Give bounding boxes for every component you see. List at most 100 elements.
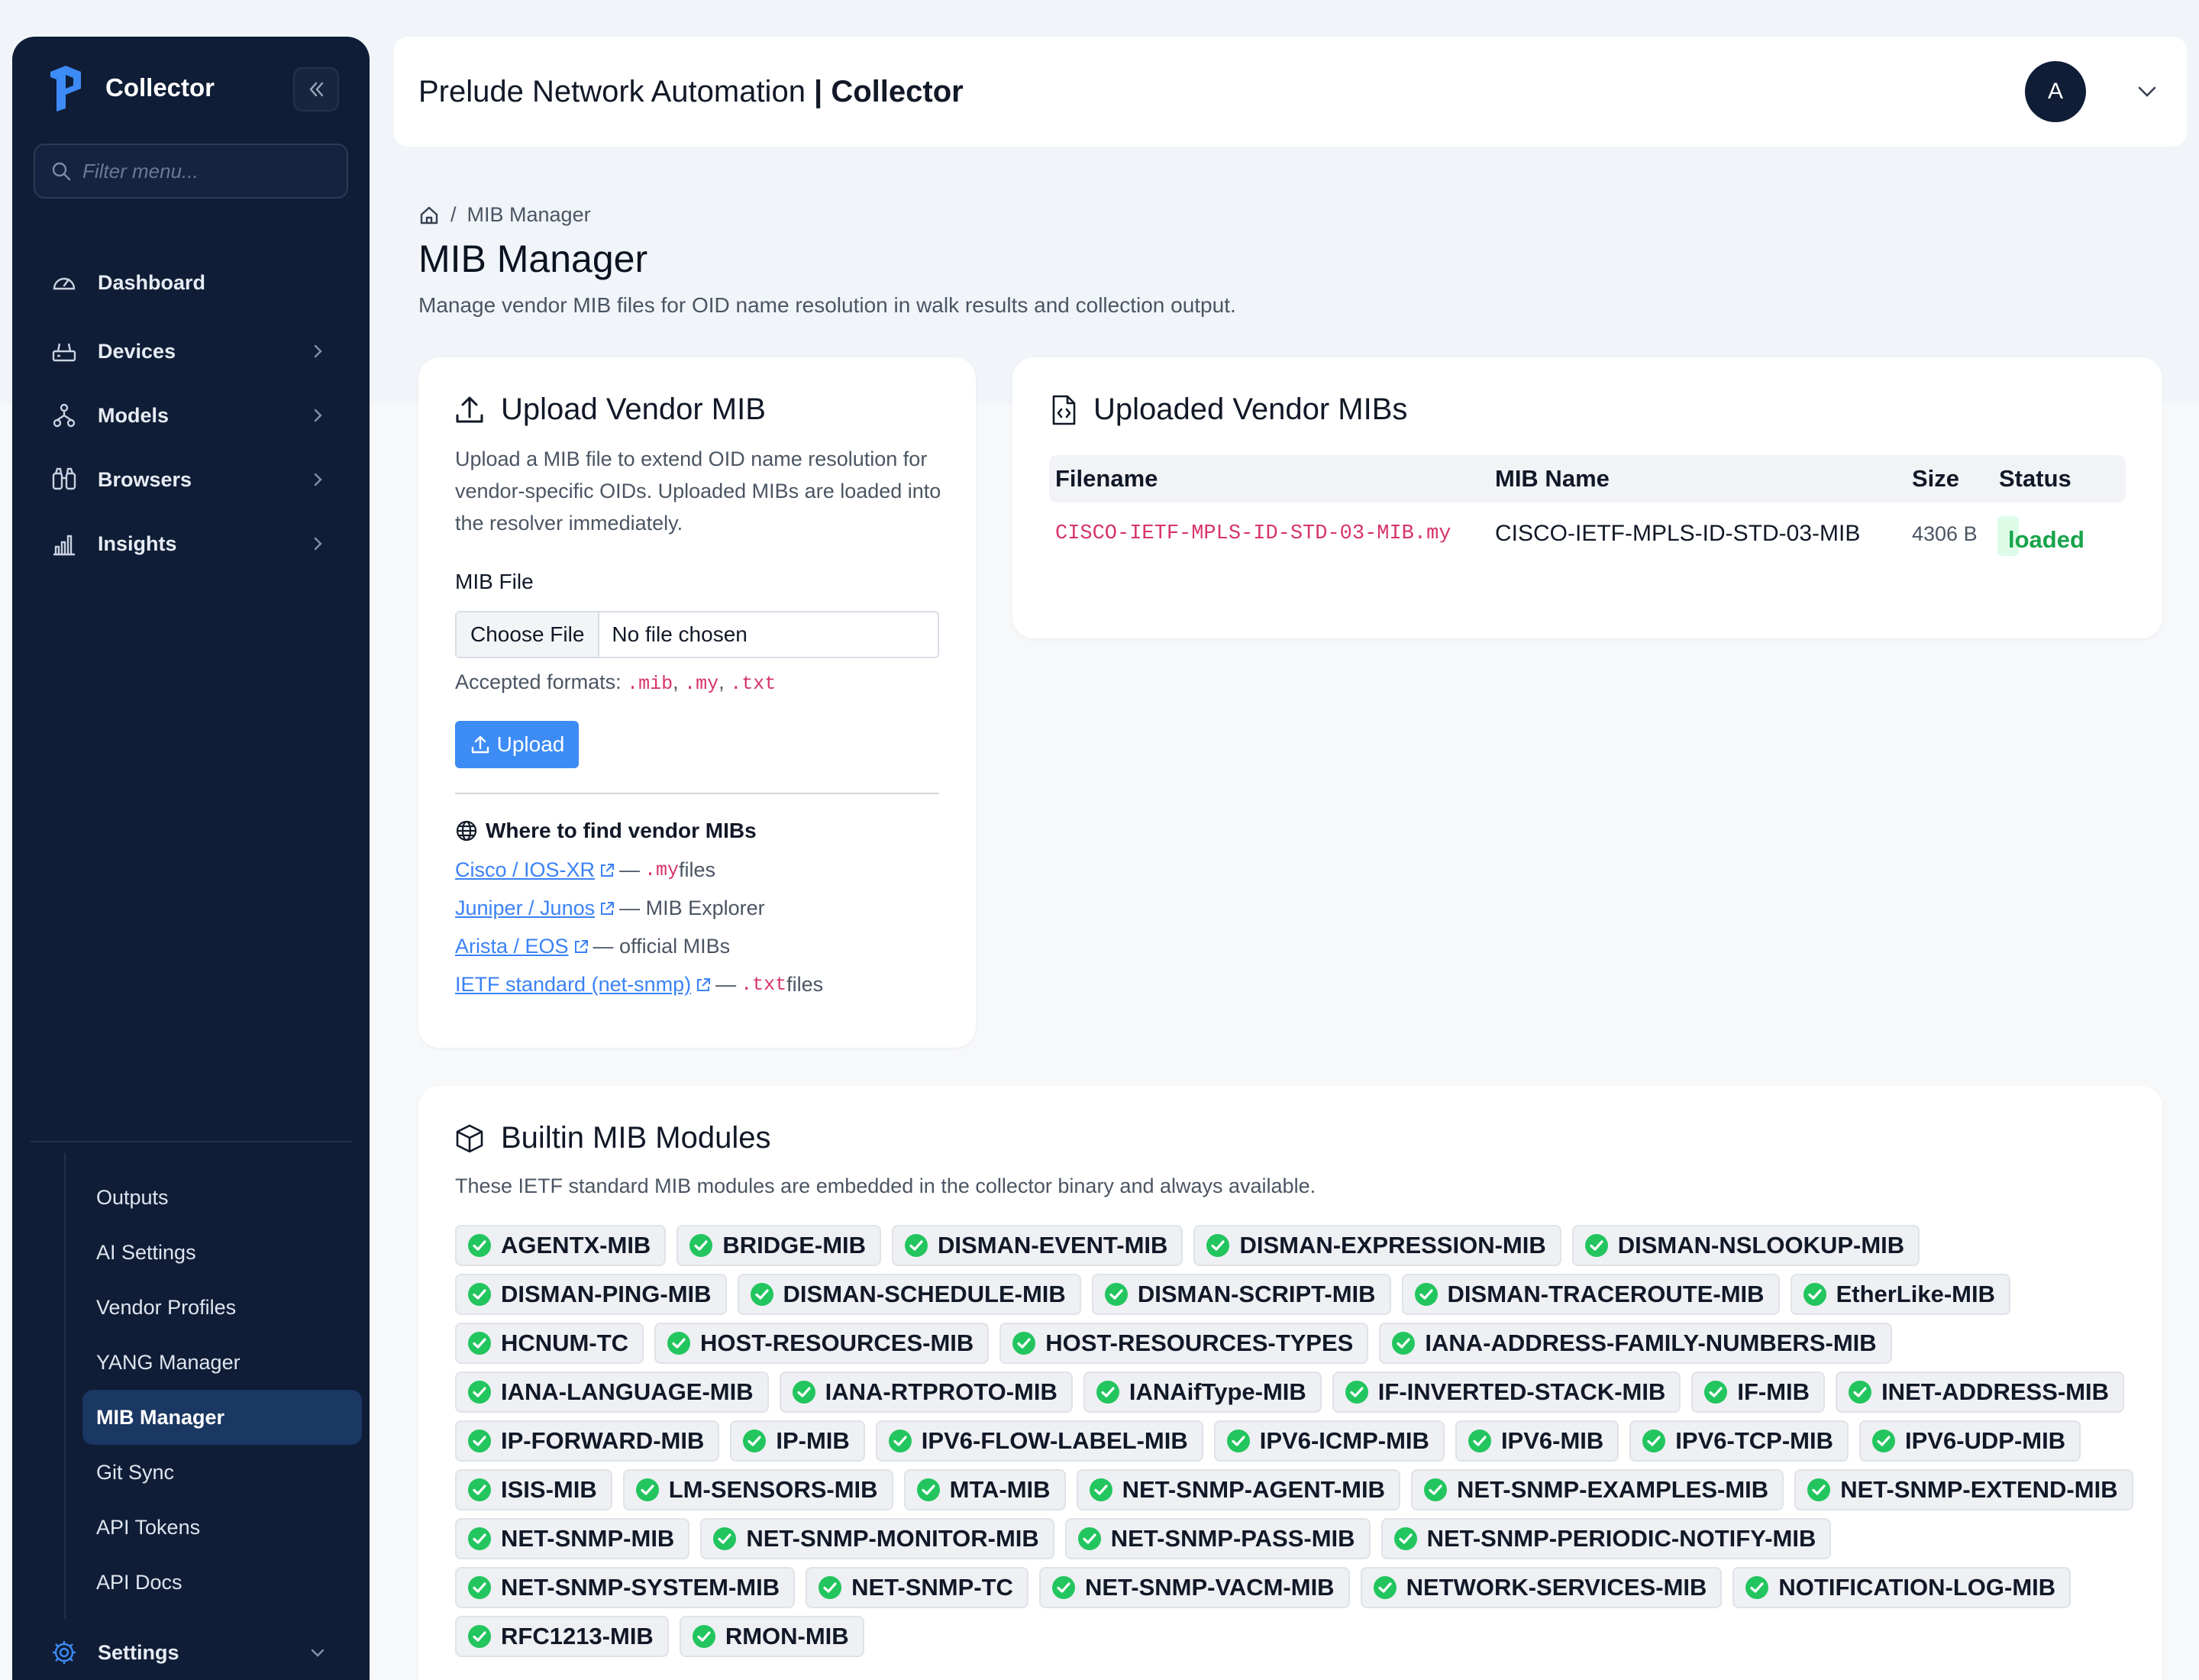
mib-module-chip: DISMAN-EVENT-MIB bbox=[892, 1225, 1183, 1266]
vendor-link-row: Cisco / IOS-XR — .my files bbox=[455, 858, 715, 882]
check-circle-icon bbox=[468, 1332, 491, 1355]
sidebar-item-models[interactable]: Models bbox=[50, 393, 353, 438]
juniper-link[interactable]: Juniper / Junos bbox=[455, 897, 616, 920]
file-code-icon bbox=[1052, 395, 1076, 425]
mib-module-name: IANA-LANGUAGE-MIB bbox=[501, 1378, 754, 1405]
sidebar-item-label: Insights bbox=[98, 531, 177, 555]
sidebar-item-outputs[interactable]: Outputs bbox=[82, 1170, 362, 1225]
check-circle-icon bbox=[1468, 1430, 1491, 1452]
sidebar-item-ai-settings[interactable]: AI Settings bbox=[82, 1225, 362, 1280]
check-circle-icon bbox=[792, 1381, 815, 1404]
mib-module-chip: IANAifType-MIB bbox=[1083, 1371, 1322, 1413]
mib-module-chip: NET-SNMP-MIB bbox=[455, 1518, 690, 1559]
mib-module-name: IANA-RTPROTO-MIB bbox=[825, 1378, 1058, 1405]
cisco-link[interactable]: Cisco / IOS-XR bbox=[455, 858, 616, 882]
mib-module-name: IANA-ADDRESS-FAMILY-NUMBERS-MIB bbox=[1425, 1329, 1877, 1356]
app-title-light: Prelude Network Automation bbox=[418, 74, 815, 108]
column-header[interactable]: Filename bbox=[1055, 455, 1158, 502]
upload-description: Upload a MIB file to extend OID name res… bbox=[455, 447, 941, 535]
sidebar-item-label: Dashboard bbox=[98, 270, 206, 294]
sidebar-item-api-docs[interactable]: API Docs bbox=[82, 1555, 362, 1610]
mib-module-name: NET-SNMP-VACM-MIB bbox=[1084, 1574, 1335, 1601]
check-circle-icon bbox=[667, 1332, 691, 1355]
mib-module-name: DISMAN-SCHEDULE-MIB bbox=[783, 1281, 1066, 1307]
sidebar-item-label: Outputs bbox=[96, 1185, 169, 1209]
sidebar-item-git-sync[interactable]: Git Sync bbox=[82, 1445, 362, 1500]
mib-module-chip: IANA-RTPROTO-MIB bbox=[779, 1371, 1073, 1413]
sidebar-item-api-tokens[interactable]: API Tokens bbox=[82, 1500, 362, 1555]
avatar-initial: A bbox=[2047, 79, 2063, 104]
sidebar-item-insights[interactable]: Insights bbox=[50, 521, 353, 567]
external-link-icon bbox=[697, 977, 711, 991]
column-header[interactable]: Size bbox=[1912, 455, 1959, 502]
mib-file-input[interactable]: Choose File No file chosen bbox=[455, 611, 939, 658]
mib-module-chip: INET-ADDRESS-MIB bbox=[1836, 1371, 2125, 1413]
sidebar-item-label: API Tokens bbox=[96, 1515, 201, 1539]
mib-module-chip: DISMAN-EXPRESSION-MIB bbox=[1193, 1225, 1561, 1266]
check-circle-icon bbox=[1051, 1576, 1075, 1599]
double-chevron-left-icon bbox=[309, 82, 324, 97]
check-circle-icon bbox=[743, 1430, 767, 1452]
column-header[interactable]: Status bbox=[1999, 455, 2071, 502]
filter-menu-field[interactable] bbox=[34, 144, 348, 199]
table-row[interactable]: CISCO-IETF-MPLS-ID-STD-03-MIB.my CISCO-I… bbox=[1049, 510, 2126, 557]
filename-cell: CISCO-IETF-MPLS-ID-STD-03-MIB.my bbox=[1055, 522, 1451, 545]
mib-module-name: HOST-RESOURCES-MIB bbox=[700, 1329, 974, 1356]
mib-module-name: NET-SNMP-MONITOR-MIB bbox=[746, 1525, 1039, 1552]
mib-module-chip: NETWORK-SERVICES-MIB bbox=[1360, 1567, 1723, 1608]
sidebar-item-browsers[interactable]: Browsers bbox=[50, 457, 353, 502]
mib-file-label: MIB File bbox=[455, 570, 534, 593]
mib-module-chip: DISMAN-NSLOOKUP-MIB bbox=[1571, 1225, 1920, 1266]
ietf-link[interactable]: IETF standard (net-snmp) bbox=[455, 973, 712, 997]
mib-module-chip: IP-MIB bbox=[730, 1420, 865, 1462]
page-description: Manage vendor MIB files for OID name res… bbox=[418, 293, 1236, 317]
mib-module-chip: RFC1213-MIB bbox=[455, 1616, 669, 1657]
mib-module-chip: NET-SNMP-EXAMPLES-MIB bbox=[1411, 1469, 1784, 1510]
brand[interactable]: Collector bbox=[47, 64, 215, 111]
mib-module-name: NET-SNMP-TC bbox=[851, 1574, 1013, 1601]
card-title-text: Uploaded Vendor MIBs bbox=[1093, 393, 1408, 426]
sidebar-item-vendor-profiles[interactable]: Vendor Profiles bbox=[82, 1280, 362, 1335]
mib-module-name: NET-SNMP-SYSTEM-MIB bbox=[501, 1574, 780, 1601]
sidebar-item-label: YANG Manager bbox=[96, 1350, 241, 1374]
formats-label: Accepted formats: bbox=[455, 670, 622, 693]
upload-button[interactable]: Upload bbox=[455, 721, 579, 768]
chevron-down-icon[interactable] bbox=[2135, 79, 2159, 104]
mib-module-chip: EtherLike-MIB bbox=[1790, 1274, 2010, 1315]
filter-menu-input[interactable] bbox=[82, 159, 342, 183]
mib-module-chip: NET-SNMP-MONITOR-MIB bbox=[700, 1518, 1054, 1559]
mib-module-name: IPV6-MIB bbox=[1500, 1427, 1604, 1454]
column-header[interactable]: MIB Name bbox=[1495, 455, 1610, 502]
mib-module-chip: IPV6-UDP-MIB bbox=[1858, 1420, 2081, 1462]
module-chip-list: AGENTX-MIB BRIDGE-MIB DISMAN-EVENT-MIB DISM… bbox=[455, 1225, 2150, 1657]
link-note: files bbox=[786, 973, 824, 996]
sidebar-item-settings[interactable]: Settings bbox=[50, 1630, 353, 1675]
mib-module-chip: DISMAN-SCRIPT-MIB bbox=[1091, 1274, 1391, 1315]
arista-link[interactable]: Arista / EOS bbox=[455, 935, 590, 958]
top-header: Prelude Network Automation | Collector A bbox=[394, 37, 2187, 147]
devices-icon bbox=[52, 343, 76, 362]
choose-file-button[interactable]: Choose File bbox=[457, 612, 600, 657]
link-note: — MIB Explorer bbox=[619, 897, 765, 919]
sidebar-item-label: Models bbox=[98, 403, 170, 427]
check-circle-icon bbox=[1104, 1283, 1128, 1306]
check-circle-icon bbox=[1584, 1234, 1608, 1257]
mib-module-chip: NET-SNMP-VACM-MIB bbox=[1038, 1567, 1350, 1608]
sidebar-item-yang-manager[interactable]: YANG Manager bbox=[82, 1335, 362, 1390]
collapse-sidebar-button[interactable] bbox=[293, 67, 339, 111]
check-circle-icon bbox=[468, 1625, 491, 1648]
check-circle-icon bbox=[468, 1430, 491, 1452]
chevron-right-icon bbox=[314, 344, 322, 358]
sidebar-item-devices[interactable]: Devices bbox=[50, 328, 353, 374]
mib-module-name: NOTIFICATION-LOG-MIB bbox=[1778, 1574, 2056, 1601]
check-circle-icon bbox=[819, 1576, 842, 1599]
home-icon[interactable] bbox=[418, 205, 440, 226]
gear-icon bbox=[53, 1641, 76, 1664]
format-code: .mib bbox=[627, 673, 673, 695]
mib-module-name: DISMAN-EVENT-MIB bbox=[938, 1232, 1168, 1258]
sidebar-item-mib-manager[interactable]: MIB Manager bbox=[82, 1390, 362, 1445]
user-avatar[interactable]: A bbox=[2025, 61, 2086, 122]
mib-module-chip: IPV6-FLOW-LABEL-MIB bbox=[875, 1420, 1203, 1462]
sidebar-item-dashboard[interactable]: Dashboard bbox=[50, 260, 353, 305]
check-circle-icon bbox=[1226, 1430, 1250, 1452]
